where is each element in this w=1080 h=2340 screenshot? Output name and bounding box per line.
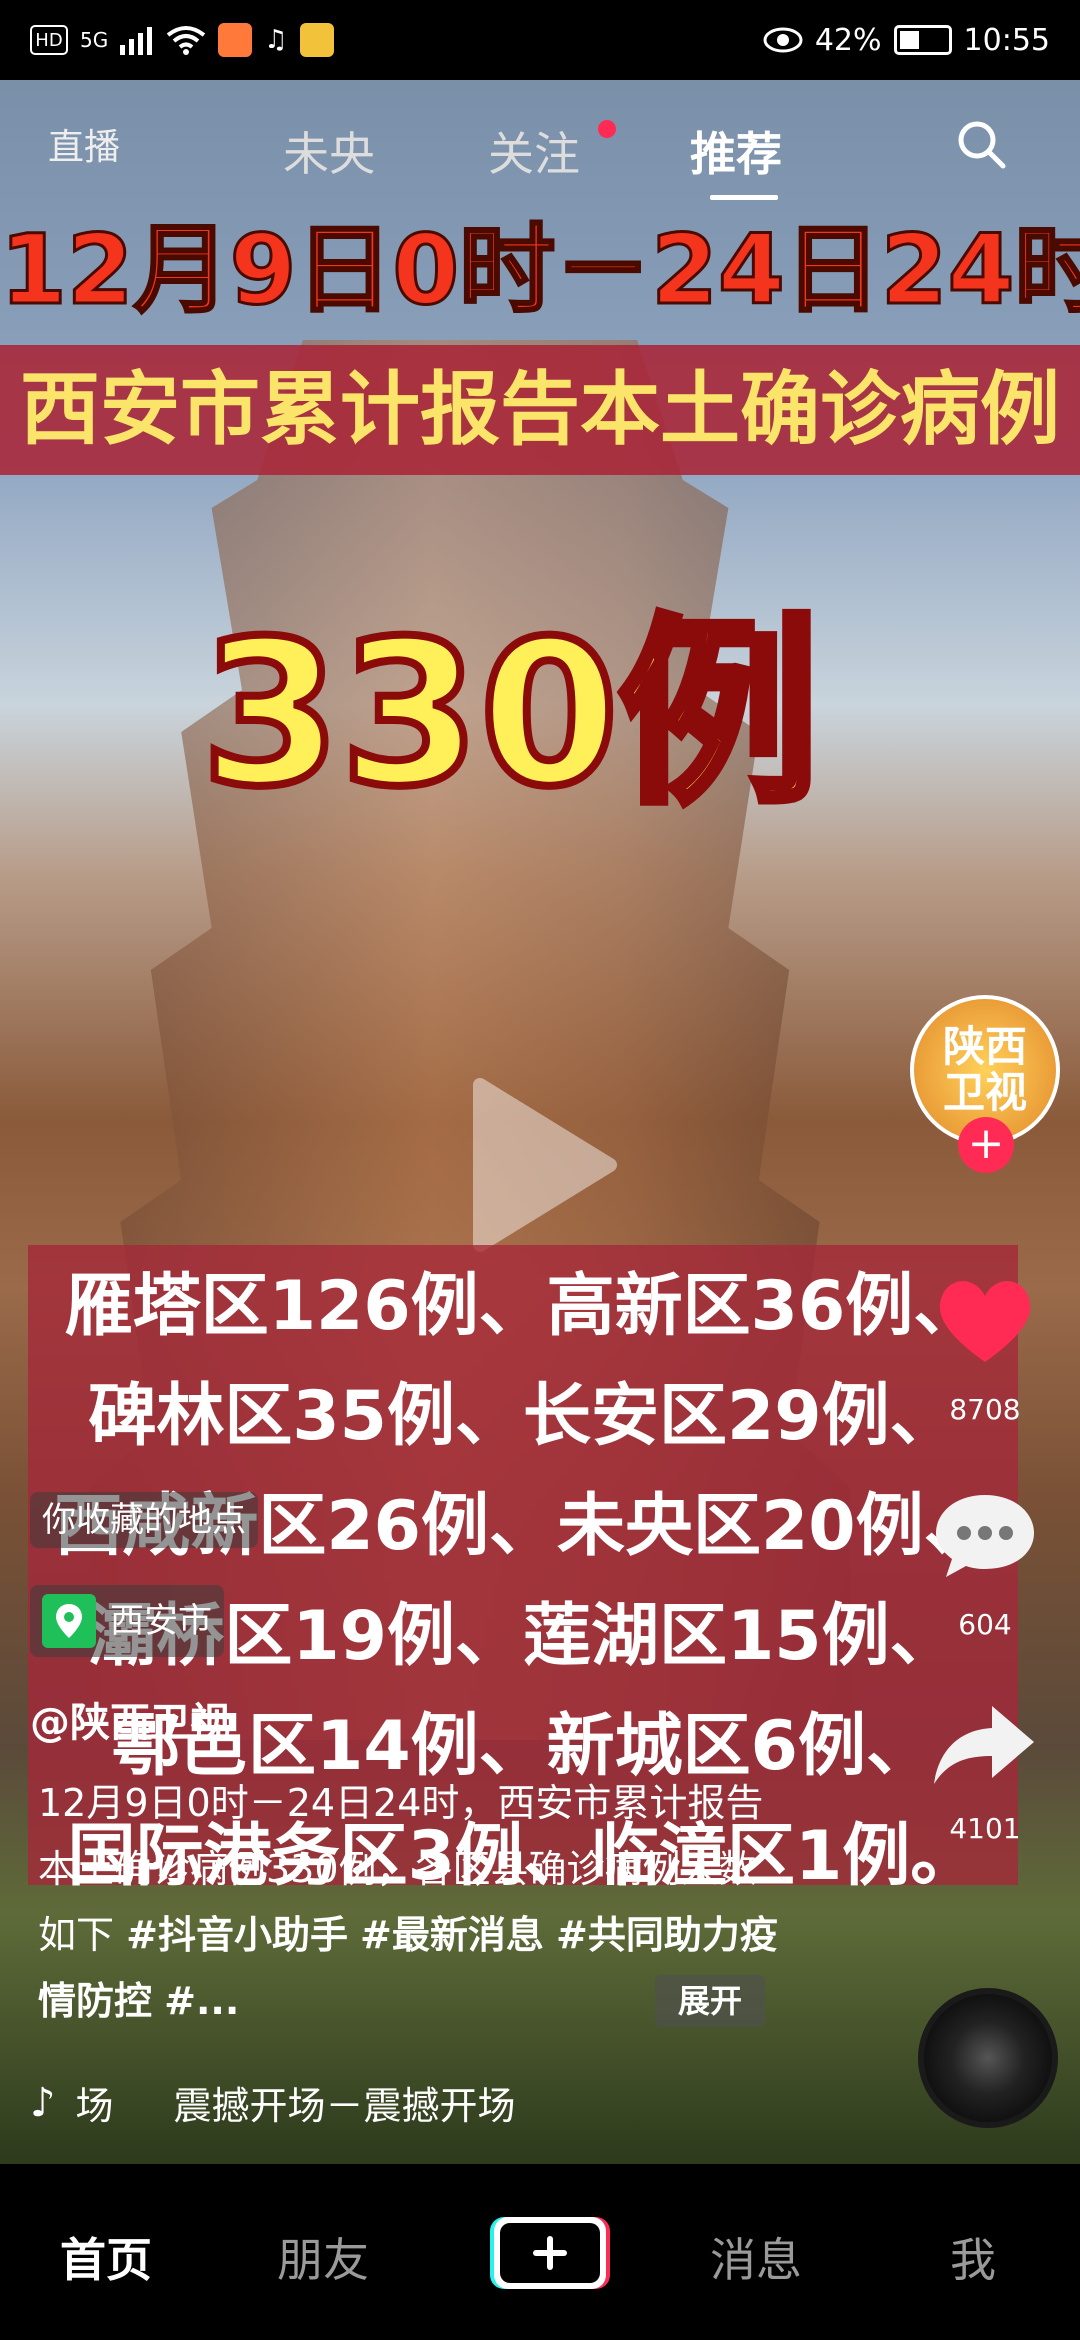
battery-percent: 42% <box>814 22 882 58</box>
signal-icon <box>120 27 153 55</box>
comment-icon[interactable] <box>930 1485 1040 1585</box>
app-notification-icon <box>218 23 253 57</box>
location-pin-icon <box>42 1594 96 1648</box>
music-notification-icon: ♫ <box>264 25 288 55</box>
tab-weiyang[interactable]: 未央 <box>283 118 375 184</box>
avatar-text: 陕西 卫视 <box>943 1024 1027 1116</box>
tab-following[interactable]: 关注 <box>488 118 580 184</box>
location-name: 西安市 <box>110 1601 212 1641</box>
share-count: 4101 <box>949 1812 1021 1845</box>
follow-button[interactable]: + <box>958 1117 1014 1173</box>
live-button[interactable]: 直播 <box>48 118 120 170</box>
nav-messages[interactable]: 消息 <box>710 2224 802 2290</box>
music-note-icon: ♪ <box>30 2079 56 2126</box>
comment-count: 604 <box>958 1608 1012 1641</box>
clock: 10:55 <box>963 22 1050 58</box>
music-prefix: 场 <box>75 2084 114 2128</box>
eye-icon <box>763 27 803 53</box>
heart-icon[interactable] <box>930 1270 1040 1370</box>
hd-icon: HD <box>30 25 68 55</box>
video-headline-date: 12月9日0时－24日24时 <box>0 213 1080 328</box>
tab-recommended[interactable]: 推荐 <box>690 118 782 184</box>
active-tab-indicator <box>710 195 778 200</box>
nav-home[interactable]: 首页 <box>60 2224 152 2290</box>
district-line: 雁塔区126例、高新区36例、 <box>64 1267 982 1346</box>
location-tag[interactable]: 西安市 <box>30 1585 224 1657</box>
saved-place-label: 你收藏的地点 <box>30 1492 258 1548</box>
avatar-text-line2: 卫视 <box>942 1068 1027 1117</box>
play-icon[interactable] <box>460 1075 620 1255</box>
battery-icon <box>893 25 952 55</box>
video-headline-title: 西安市累计报告本土确诊病例 <box>20 363 1060 456</box>
hashtag[interactable]: #最新消息 <box>360 1913 544 1957</box>
battery-fill <box>899 31 919 49</box>
status-right: 42% 10:55 <box>763 23 1050 58</box>
status-bar: HD 5G ♫ 42% 10:55 <box>0 0 1080 80</box>
video-case-count: 330例 <box>197 596 822 834</box>
share-icon[interactable] <box>930 1700 1040 1790</box>
hashtag[interactable]: #抖音小助手 <box>126 1913 348 1957</box>
expand-button[interactable]: 展开 <box>655 1975 765 2027</box>
add-button[interactable] <box>490 2215 610 2291</box>
wifi-icon <box>167 26 206 55</box>
network-label: 5G <box>80 28 109 52</box>
author-handle[interactable]: @陕西卫视 <box>30 1690 230 1748</box>
music-row[interactable]: ♪ 场 震撼开场－震撼开场 <box>30 2075 516 2130</box>
nav-me[interactable]: 我 <box>950 2224 996 2290</box>
avatar-text-line1: 陕西 <box>942 1022 1027 1071</box>
game-notification-icon <box>299 23 334 57</box>
district-line: 碑林区35例、长安区29例、 <box>88 1377 958 1456</box>
music-title: 震撼开场－震撼开场 <box>173 2084 516 2128</box>
like-count: 8708 <box>949 1393 1021 1426</box>
nav-friends[interactable]: 朋友 <box>277 2224 369 2290</box>
bottom-nav: 首页 朋友 消息 我 <box>0 2164 1080 2340</box>
music-disc-icon[interactable] <box>918 1988 1058 2128</box>
search-icon[interactable] <box>955 118 1007 170</box>
status-left: HD 5G ♫ <box>30 23 334 57</box>
hashtag[interactable]: #... <box>164 1979 239 2023</box>
following-badge-dot <box>598 120 616 138</box>
